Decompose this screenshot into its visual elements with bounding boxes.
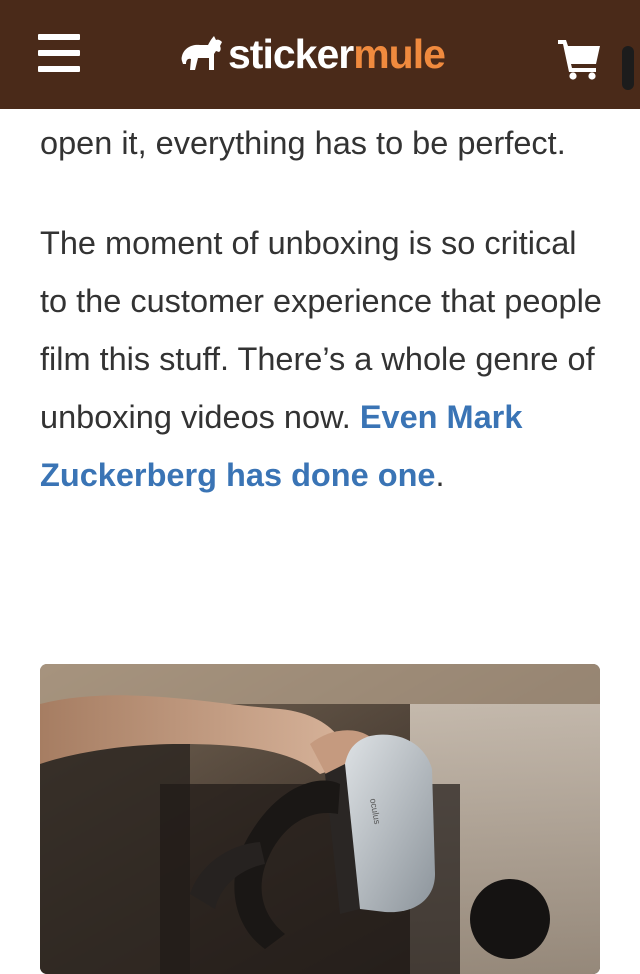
- sticker-mule-logo[interactable]: stickermule: [178, 26, 446, 82]
- mule-icon: [181, 36, 222, 70]
- article-image-vr-headset: oculus: [40, 664, 600, 974]
- hamburger-menu-icon[interactable]: [36, 30, 82, 76]
- site-header: stickermule: [0, 0, 640, 109]
- paragraph-period: .: [435, 457, 445, 493]
- article-body: open it, everything has to be perfect. T…: [40, 114, 606, 546]
- scrollbar-thumb[interactable]: [622, 46, 634, 90]
- article-paragraph: open it, everything has to be perfect.: [40, 125, 566, 161]
- logo-text-sticker: sticker: [228, 31, 354, 77]
- shopping-cart-icon[interactable]: [556, 36, 604, 80]
- logo-text-mule: mule: [353, 31, 446, 77]
- article-paragraph: The moment of unboxing is so critical to…: [40, 214, 606, 504]
